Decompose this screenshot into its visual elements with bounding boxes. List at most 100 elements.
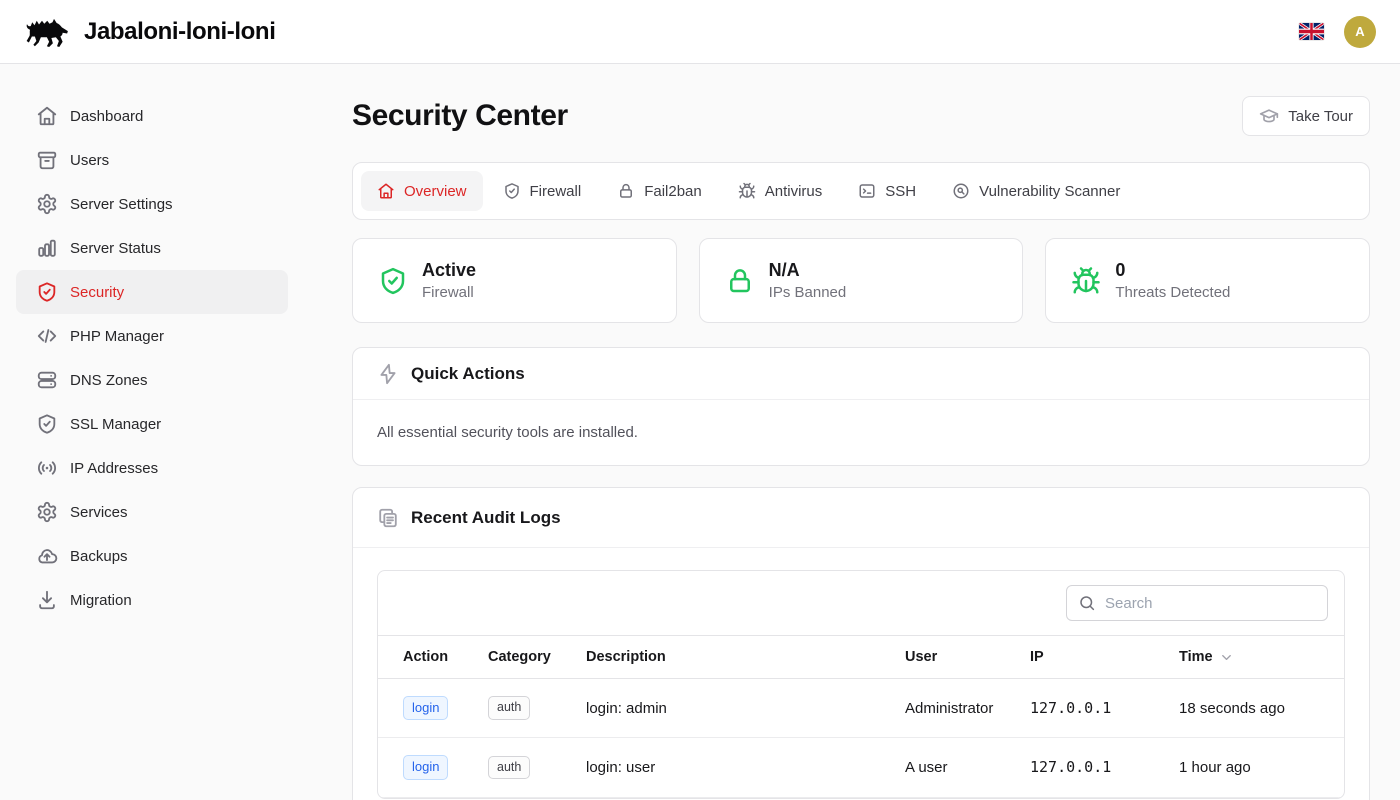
column-header-user[interactable]: User [905,636,1030,679]
action-badge: login [403,755,448,779]
sidebar-item-services[interactable]: Services [16,490,288,534]
stat-label: IPs Banned [769,284,847,301]
code-icon [36,325,58,347]
column-header-time-label: Time [1179,649,1213,665]
tab-label: Firewall [530,183,582,200]
audit-logs-title: Recent Audit Logs [411,508,561,528]
uk-flag-icon[interactable] [1299,23,1324,40]
security-tabs: Overview Firewall Fail2ban Antivirus SSH… [352,162,1370,220]
sidebar-item-label: Backups [70,548,128,565]
time-cell: 18 seconds ago [1179,679,1344,738]
tab-label: SSH [885,183,916,200]
take-tour-label: Take Tour [1288,108,1353,125]
column-header-ip[interactable]: IP [1030,636,1179,679]
sidebar-item-label: Migration [70,592,132,609]
tab-vulnerability-scanner[interactable]: Vulnerability Scanner [936,171,1136,211]
stat-card-ips-banned: N/A IPs Banned [699,238,1024,323]
audit-search [1066,585,1328,621]
stat-card-firewall: Active Firewall [352,238,677,323]
take-tour-button[interactable]: Take Tour [1242,96,1370,136]
search-icon [1078,594,1096,612]
shield-check-icon [378,266,408,296]
tab-antivirus[interactable]: Antivirus [722,171,839,211]
audit-logs-card: Recent Audit Logs [352,487,1370,800]
sidebar-item-server-status[interactable]: Server Status [16,226,288,270]
sidebar-item-migration[interactable]: Migration [16,578,288,622]
sidebar-item-label: Users [70,152,109,169]
sidebar-item-dashboard[interactable]: Dashboard [16,94,288,138]
sidebar-item-security[interactable]: Security [16,270,288,314]
lock-icon [617,182,635,200]
sidebar: Dashboard Users Server Settings Server S… [0,64,304,800]
tab-overview[interactable]: Overview [361,171,483,211]
gear-icon [36,193,58,215]
main-content: Security Center Take Tour Overview Firew… [304,64,1400,800]
cloud-upload-icon [36,545,58,567]
column-header-action[interactable]: Action [378,636,488,679]
sidebar-item-php-manager[interactable]: PHP Manager [16,314,288,358]
quick-actions-title: Quick Actions [411,364,525,384]
category-badge: auth [488,756,530,780]
broadcast-icon [36,457,58,479]
description-cell: login: admin [586,679,905,738]
sidebar-item-label: DNS Zones [70,372,148,389]
stat-label: Threats Detected [1115,284,1230,301]
sidebar-item-label: SSL Manager [70,416,161,433]
table-row: login auth login: user A user 127.0.0.1 … [378,738,1344,797]
sidebar-item-label: Services [70,504,128,521]
top-header: Jabaloni-loni-loni A [0,0,1400,64]
column-header-category[interactable]: Category [488,636,586,679]
stat-value: 0 [1115,260,1230,281]
brand[interactable]: Jabaloni-loni-loni [24,14,275,50]
quick-actions-message: All essential security tools are install… [353,400,1369,465]
sidebar-item-backups[interactable]: Backups [16,534,288,578]
sidebar-item-dns-zones[interactable]: DNS Zones [16,358,288,402]
audit-search-input[interactable] [1105,595,1316,612]
gear-icon [36,501,58,523]
quick-actions-card: Quick Actions All essential security too… [352,347,1370,466]
page-title: Security Center [352,99,568,133]
server-icon [36,369,58,391]
tab-ssh[interactable]: SSH [842,171,932,211]
lock-icon [725,266,755,296]
stat-card-threats: 0 Threats Detected [1045,238,1370,323]
clipboard-icon [377,507,399,529]
download-icon [36,589,58,611]
audit-table-header-row: Action Category Description User IP Time [378,636,1344,679]
user-avatar[interactable]: A [1344,16,1376,48]
archive-icon [36,149,58,171]
ip-cell: 127.0.0.1 [1030,738,1179,797]
sidebar-item-users[interactable]: Users [16,138,288,182]
sidebar-item-label: Server Settings [70,196,173,213]
column-header-time[interactable]: Time [1179,636,1344,679]
sidebar-item-label: Server Status [70,240,161,257]
home-icon [377,182,395,200]
sidebar-item-label: IP Addresses [70,460,158,477]
tab-label: Fail2ban [644,183,702,200]
ip-cell: 127.0.0.1 [1030,679,1179,738]
stat-value: N/A [769,260,847,281]
user-cell: A user [905,738,1030,797]
sidebar-item-label: Security [70,284,124,301]
home-icon [36,105,58,127]
action-badge: login [403,696,448,720]
lightning-icon [377,363,399,385]
stat-value: Active [422,260,476,281]
tab-firewall[interactable]: Firewall [487,171,598,211]
bug-icon [1071,266,1101,296]
audit-table: Action Category Description User IP Time [378,635,1344,798]
column-header-description[interactable]: Description [586,636,905,679]
sidebar-item-ip-addresses[interactable]: IP Addresses [16,446,288,490]
graduation-cap-icon [1259,106,1279,126]
sidebar-item-server-settings[interactable]: Server Settings [16,182,288,226]
sidebar-item-ssl-manager[interactable]: SSL Manager [16,402,288,446]
tab-fail2ban[interactable]: Fail2ban [601,171,718,211]
boar-logo-icon [24,14,72,50]
sidebar-item-label: PHP Manager [70,328,164,345]
stat-label: Firewall [422,284,476,301]
bug-icon [738,182,756,200]
shield-check-icon [36,281,58,303]
shield-check-icon [36,413,58,435]
app-title: Jabaloni-loni-loni [84,18,275,46]
shield-check-icon [503,182,521,200]
